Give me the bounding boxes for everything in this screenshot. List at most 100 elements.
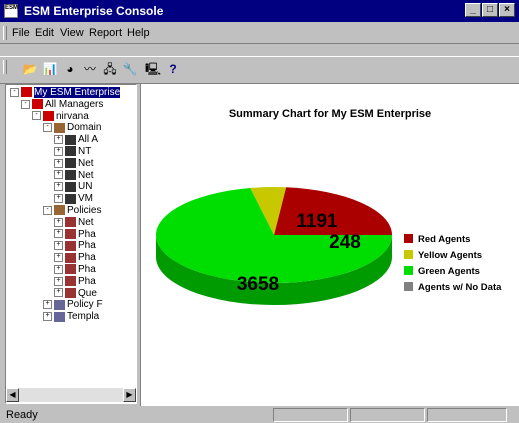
expand-icon[interactable]: + [54, 264, 63, 274]
tree-item[interactable]: + NT [54, 146, 91, 158]
help-icon[interactable]: ? [165, 61, 181, 77]
tree-pane[interactable]: - My ESM Enterprise - All Managers - nirvana -… [5, 84, 137, 404]
tree-item-label: VM [78, 193, 93, 205]
legend-swatch [404, 266, 413, 275]
tree-node-icon [54, 122, 65, 133]
tree-node-icon [65, 252, 76, 263]
tree-node-icon [65, 181, 76, 192]
tools-icon[interactable]: 🔧 [122, 61, 138, 77]
minimize-button[interactable]: _ [465, 3, 481, 17]
tree-node-icon [65, 228, 76, 239]
expand-icon[interactable]: + [54, 241, 63, 251]
network-icon[interactable]: 🖧 [102, 61, 118, 77]
tree-item[interactable]: + Pha [54, 229, 96, 241]
tree-item[interactable]: + VM [54, 193, 93, 205]
tree-node-icon [43, 110, 54, 121]
pie-chart-icon[interactable]: ◕ [62, 61, 78, 77]
tree-horizontal-scrollbar[interactable]: ◀ ▶ [6, 388, 136, 402]
tree-item[interactable]: + Net [54, 170, 94, 182]
maximize-button[interactable]: □ [482, 3, 498, 17]
tree-item[interactable]: + UN [54, 181, 92, 193]
tree-item[interactable]: + Net [54, 158, 94, 170]
expand-icon[interactable]: + [54, 182, 63, 192]
tree-item[interactable]: - All Managers [21, 99, 103, 111]
collapse-icon[interactable]: - [21, 99, 30, 109]
tree-item-label: Pha [78, 228, 96, 240]
menu-help[interactable]: Help [127, 27, 150, 39]
tree-item[interactable]: + Pha [54, 264, 96, 276]
tree-node-icon [65, 146, 76, 157]
tree-item-label: Templa [67, 311, 100, 323]
expand-icon[interactable]: + [54, 158, 63, 168]
tree-node-icon [65, 169, 76, 180]
status-cell [273, 408, 348, 422]
menu-grip [3, 26, 7, 40]
status-cell [350, 408, 425, 422]
close-button[interactable]: × [499, 3, 515, 17]
chart-title: Summary Chart for My ESM Enterprise [229, 108, 431, 120]
expand-icon[interactable]: + [54, 146, 63, 156]
expand-icon[interactable]: + [54, 194, 63, 204]
collapse-icon[interactable]: - [43, 205, 52, 215]
collapse-icon[interactable]: - [43, 123, 52, 133]
tree-node-icon [65, 240, 76, 251]
tree-item[interactable]: + All A [54, 134, 98, 146]
expand-icon[interactable]: + [43, 300, 52, 310]
bar-chart-icon[interactable]: 📊 [42, 61, 58, 77]
title-bar: ESM ESM Enterprise Console _ □ × [0, 0, 519, 22]
tree-item-label: My ESM Enterprise [34, 87, 121, 98]
tree-item[interactable]: + Pha [54, 252, 96, 264]
expand-icon[interactable]: + [54, 276, 63, 286]
menu-report[interactable]: Report [89, 27, 122, 39]
expand-icon[interactable]: + [54, 229, 63, 239]
expand-icon[interactable]: + [54, 135, 63, 145]
tree-item[interactable]: + Pha [54, 240, 96, 252]
menu-view[interactable]: View [60, 27, 84, 39]
tree-item[interactable]: - Domain [43, 122, 101, 134]
scroll-left-button[interactable]: ◀ [6, 388, 19, 402]
tree-item[interactable]: + Pha [54, 276, 96, 288]
tree-item[interactable]: + Net [54, 217, 94, 229]
collapse-icon[interactable]: - [10, 87, 19, 97]
expand-icon[interactable]: + [43, 312, 52, 322]
toolbar: 📂 📊 ◕ 〰 🖧 🔧 🖳? [0, 56, 519, 84]
expand-icon[interactable]: + [54, 288, 63, 298]
chart-pane: Summary Chart for My ESM Enterprise 1191 2… [140, 84, 519, 406]
tree-item-label: Domain [67, 122, 102, 134]
pie-data-label: 248 [329, 232, 361, 253]
legend-swatch [404, 250, 413, 259]
expand-icon[interactable]: + [54, 253, 63, 263]
menu-edit[interactable]: Edit [35, 27, 54, 39]
legend-swatch [404, 282, 413, 291]
line-chart-icon[interactable]: 〰 [82, 61, 98, 77]
tree-item[interactable]: + Que [54, 288, 97, 300]
legend-label: Green Agents [418, 266, 480, 277]
open-folder-icon[interactable]: 📂 [22, 61, 38, 77]
collapse-icon[interactable]: - [32, 111, 41, 121]
tree-item-label: Net [78, 157, 94, 169]
tree-item-label: Pha [78, 264, 96, 275]
tree-item[interactable]: - My ESM Enterprise [10, 87, 121, 99]
tree-item[interactable]: - nirvana [32, 111, 89, 123]
tree-item-label: Policies [67, 205, 102, 216]
tree-item[interactable]: + Policy F [43, 299, 103, 311]
tree-item[interactable]: - Policies [43, 205, 101, 217]
tree-item-label: Pha [78, 252, 96, 264]
tree-item-label: Pha [78, 240, 96, 252]
pie-chart: Summary Chart for My ESM Enterprise 11912… [156, 108, 502, 305]
menu-file[interactable]: File [12, 27, 30, 39]
expand-icon[interactable]: + [54, 217, 63, 227]
computer-icon[interactable]: 🖳 [145, 61, 161, 77]
tree-item[interactable]: + Templa [43, 311, 99, 323]
tree-item-label: Policy F [67, 299, 103, 311]
toolbar-grip [3, 60, 7, 74]
legend-label: Red Agents [418, 234, 470, 245]
legend-label: Agents w/ No Data [418, 282, 502, 293]
tree-node-icon [65, 264, 76, 275]
pie-data-label: 3658 [237, 274, 279, 295]
legend-swatch [404, 234, 413, 243]
menu-bar: File Edit View Report Help [0, 23, 519, 44]
tree-item-label: All Managers [45, 98, 104, 110]
expand-icon[interactable]: + [54, 170, 63, 180]
scroll-right-button[interactable]: ▶ [123, 388, 136, 402]
